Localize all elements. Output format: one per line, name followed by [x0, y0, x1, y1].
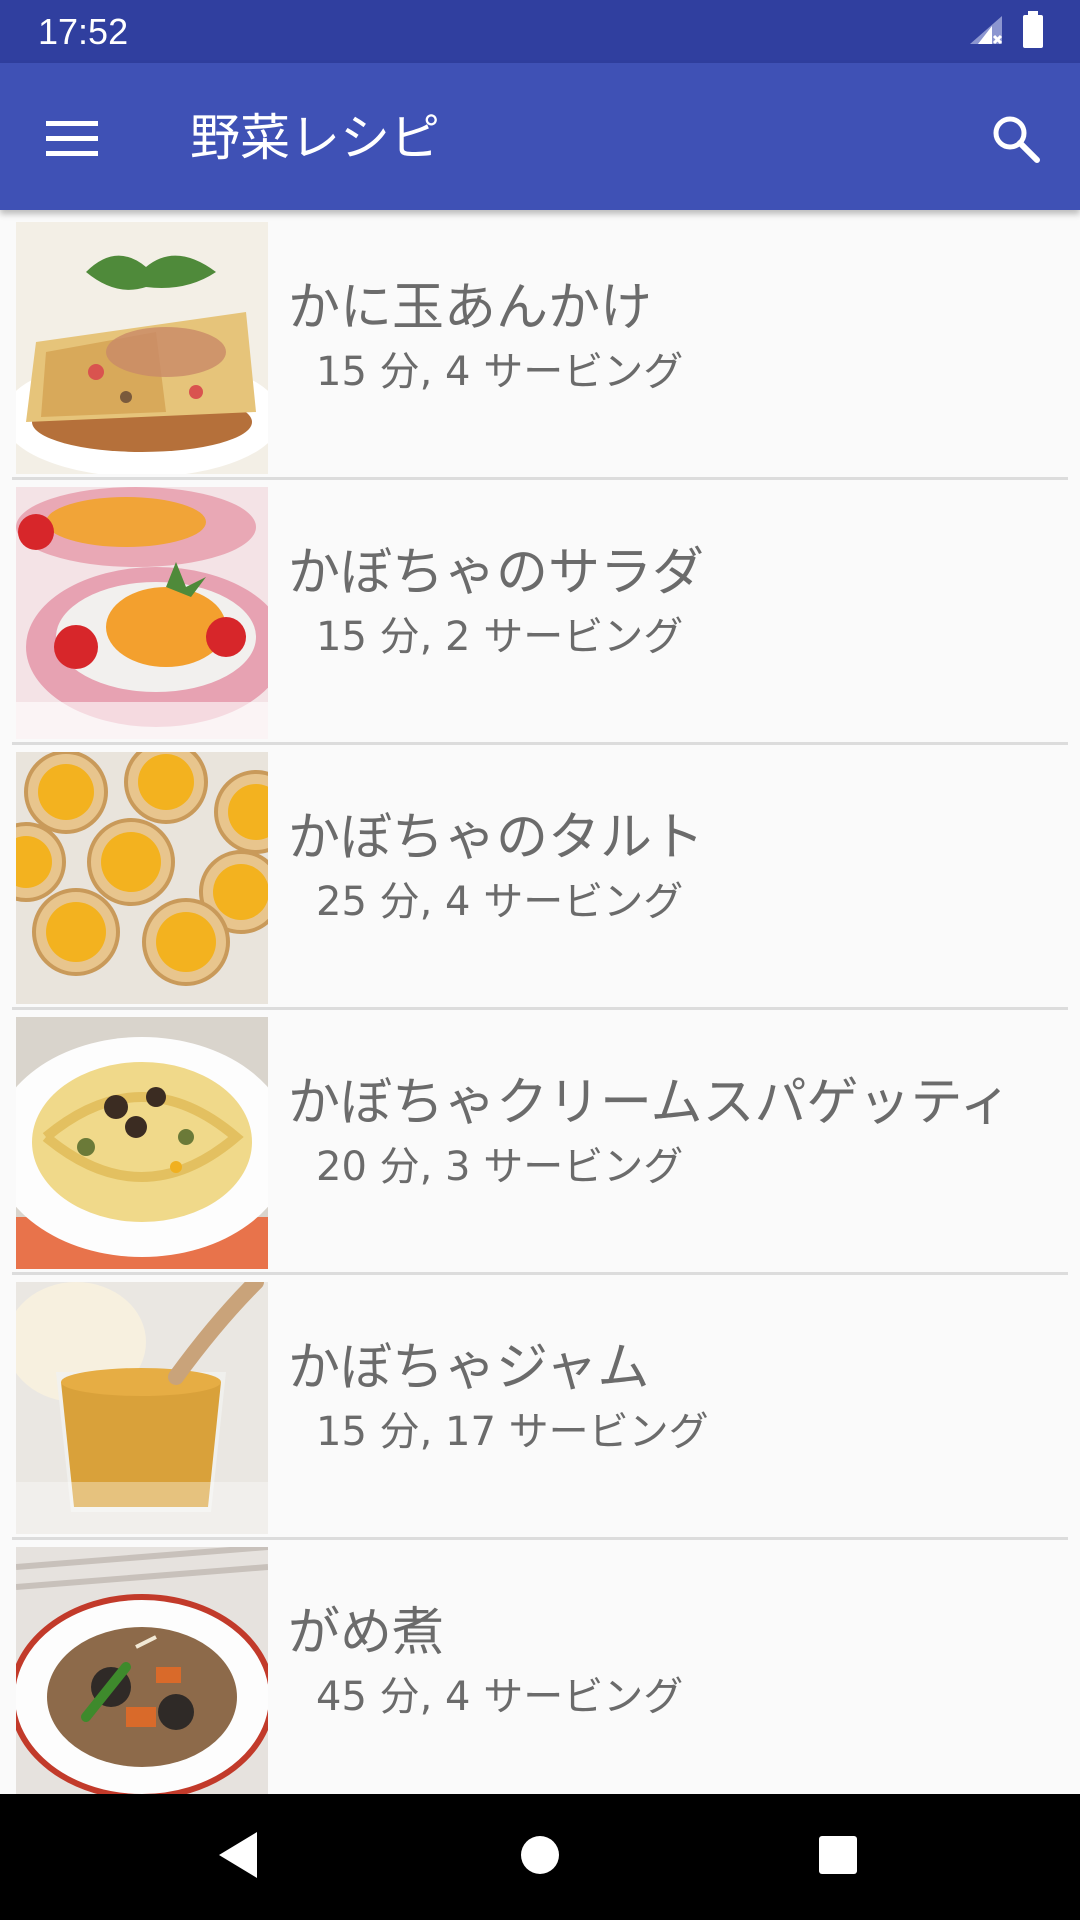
- recipe-thumbnail: [16, 752, 268, 1004]
- recipe-item[interactable]: かぼちゃジャム 15 分, 17 サービング: [0, 1275, 1080, 1540]
- menu-button[interactable]: [30, 99, 114, 183]
- recipe-meta: 15 分, 2 サービング: [316, 614, 684, 660]
- home-button[interactable]: [498, 1815, 582, 1899]
- recipe-item[interactable]: がめ煮 45 分, 4 サービング: [0, 1540, 1080, 1794]
- recents-icon: [818, 1835, 858, 1879]
- recipe-name: かぼちゃクリームスパゲッティ: [288, 1073, 1012, 1133]
- recipe-item[interactable]: かに玉あんかけ 15 分, 4 サービング: [0, 215, 1080, 480]
- back-button[interactable]: [196, 1815, 280, 1899]
- recipe-thumbnail: [16, 487, 268, 739]
- back-icon: [215, 1830, 261, 1884]
- recipe-meta: 25 分, 4 サービング: [316, 879, 684, 925]
- search-button[interactable]: [974, 99, 1058, 183]
- signal-icon: [968, 14, 1004, 50]
- recipe-item[interactable]: かぼちゃのタルト 25 分, 4 サービング: [0, 745, 1080, 1010]
- recipe-item[interactable]: かぼちゃのサラダ 15 分, 2 サービング: [0, 480, 1080, 745]
- app-title: 野菜レシピ: [190, 109, 440, 167]
- navigation-bar: [0, 1794, 1080, 1920]
- recipe-meta: 15 分, 4 サービング: [316, 349, 684, 395]
- recipe-meta: 20 分, 3 サービング: [316, 1144, 684, 1190]
- home-icon: [520, 1835, 560, 1879]
- status-time: 17:52: [38, 11, 129, 52]
- recipe-thumbnail: [16, 1017, 268, 1269]
- recipe-meta: 15 分, 17 サービング: [316, 1409, 709, 1455]
- recipe-meta: 45 分, 4 サービング: [316, 1674, 684, 1720]
- recipe-name: がめ煮: [288, 1603, 445, 1663]
- menu-icon: [46, 119, 98, 163]
- recents-button[interactable]: [796, 1815, 880, 1899]
- search-icon: [991, 114, 1041, 168]
- recipe-name: かぼちゃのタルト: [288, 808, 705, 868]
- status-icons: [968, 11, 1044, 53]
- recipe-item[interactable]: かぼちゃクリームスパゲッティ 20 分, 3 サービング: [0, 1010, 1080, 1275]
- recipe-name: かに玉あんかけ: [288, 278, 653, 338]
- recipe-name: かぼちゃのサラダ: [288, 543, 705, 603]
- recipe-list[interactable]: かに玉あんかけ 15 分, 4 サービング かぼちゃのサラダ 15 分, 2 サ…: [0, 210, 1080, 1794]
- status-bar: 17:52: [0, 0, 1080, 63]
- battery-icon: [1022, 11, 1044, 53]
- recipe-thumbnail: [16, 222, 268, 474]
- app-bar: 野菜レシピ: [0, 63, 1080, 210]
- recipe-thumbnail: [16, 1547, 268, 1794]
- recipe-thumbnail: [16, 1282, 268, 1534]
- recipe-name: かぼちゃジャム: [288, 1338, 650, 1398]
